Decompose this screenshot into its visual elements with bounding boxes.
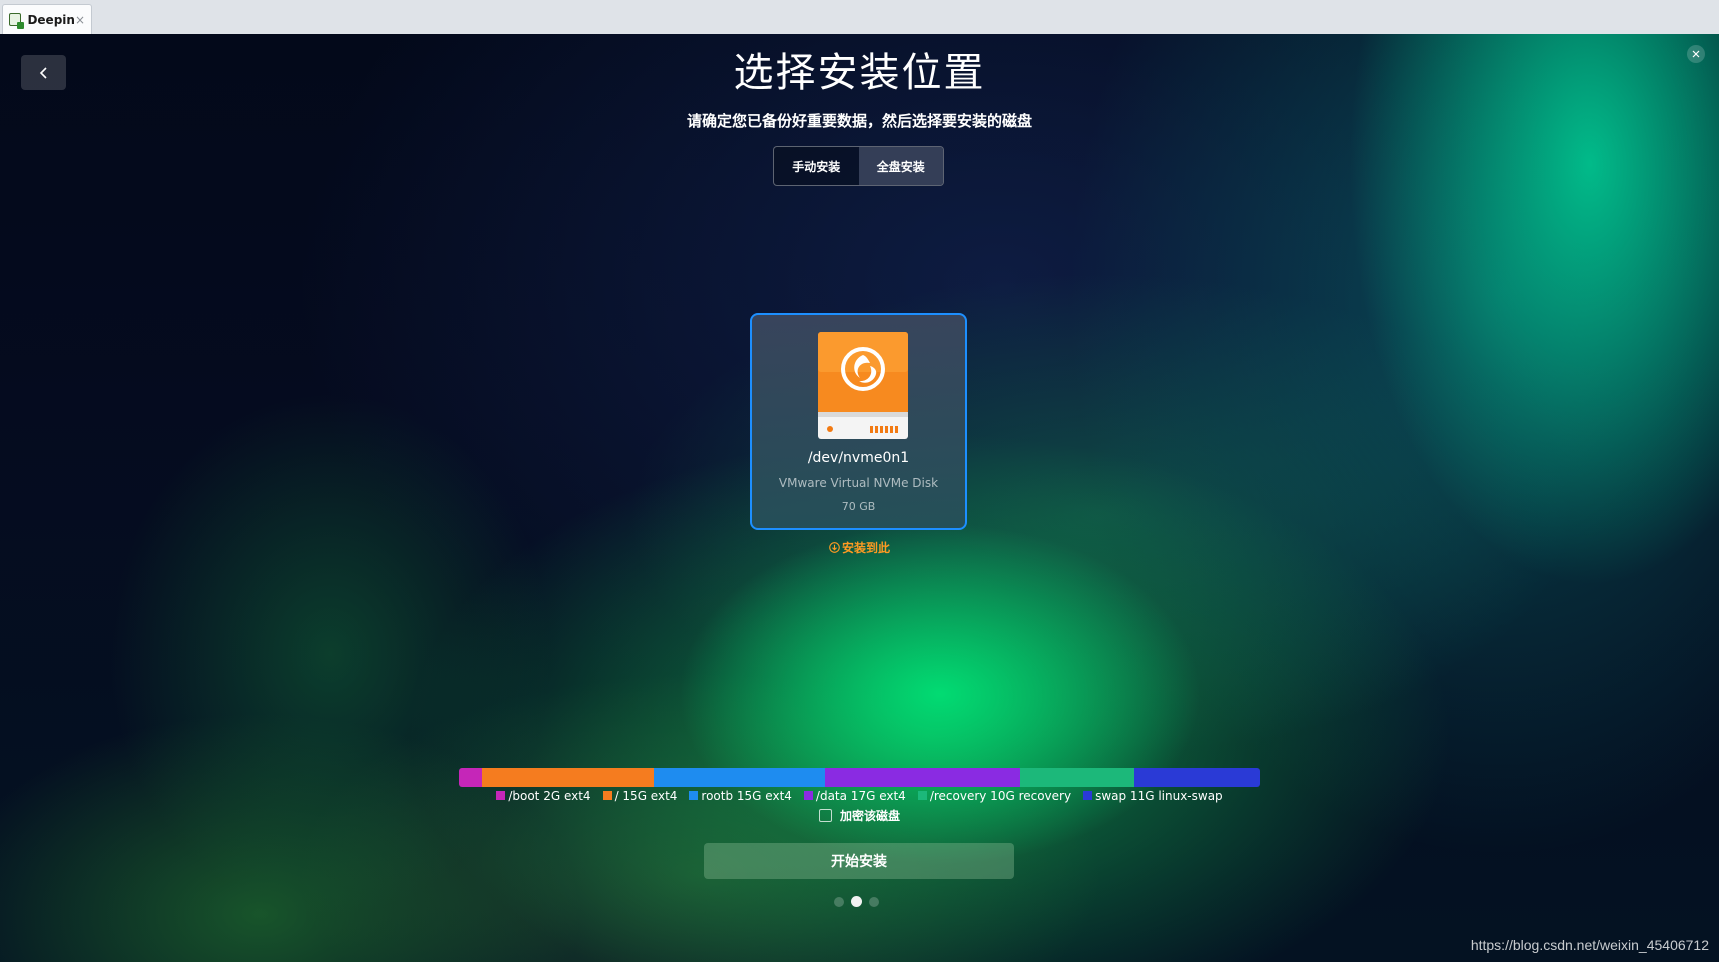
partition-legend-label: /recovery 10G recovery: [929, 789, 1072, 803]
partition-legend-label: /data 17G ext4: [815, 789, 906, 803]
watermark: https://blog.csdn.net/weixin_45406712: [1470, 937, 1709, 953]
partition-segment: [1019, 768, 1135, 787]
install-here-indicator: 安装到此: [0, 539, 1719, 556]
host-tab-bar: Deepin ×: [0, 0, 1719, 35]
partition-legend-item: / 15G ext4: [602, 789, 678, 803]
partition-segment: [825, 768, 1020, 787]
page-title: 选择安装位置: [733, 50, 986, 96]
partition-color-swatch: [803, 791, 813, 800]
install-here-label: 安装到此: [841, 541, 890, 555]
disk-device-name: /dev/nvme0n1: [807, 450, 910, 466]
partition-legend-item: /data 17G ext4: [803, 789, 906, 803]
partition-color-swatch: [689, 791, 699, 800]
partition-segment: [481, 768, 654, 787]
partition-bar: [459, 768, 1260, 787]
partition-segment: [1134, 768, 1260, 787]
partition-legend-item: rootb 15G ext4: [689, 789, 792, 803]
partition-legend: /boot 2G ext4 / 15G ext4 rootb 15G ext4/da…: [0, 789, 1719, 803]
host-tab-deepin[interactable]: Deepin ×: [2, 4, 92, 34]
partition-legend-label: /boot 2G ext4: [508, 789, 591, 803]
vm-icon: [9, 13, 26, 29]
encrypt-disk-row[interactable]: 加密该磁盘: [0, 807, 1719, 824]
partition-legend-label: / 15G ext4: [614, 789, 678, 803]
partition-legend-item: /recovery 10G recovery: [917, 789, 1072, 803]
partition-color-swatch: [917, 791, 927, 800]
encrypt-disk-label: 加密该磁盘: [839, 809, 900, 823]
partition-color-swatch: [1083, 791, 1093, 800]
hard-disk-deepin-icon: [818, 332, 908, 439]
partition-color-swatch: [496, 791, 506, 800]
page-dot[interactable]: [851, 896, 862, 907]
tab-manual-install[interactable]: 手动安装: [774, 147, 859, 185]
disk-size: 70 GB: [841, 500, 876, 513]
partition-segment: [459, 768, 482, 787]
partition-legend-label: rootb 15G ext4: [701, 789, 792, 803]
installer-screen: 选择安装位置 请确定您已备份好重要数据，然后选择要安装的磁盘 手动安装 全盘安装…: [0, 34, 1719, 962]
close-tab-icon[interactable]: ×: [75, 13, 85, 27]
install-mode-switch: 手动安装 全盘安装: [773, 146, 944, 186]
partition-segment: [653, 768, 826, 787]
page-dot[interactable]: [834, 896, 844, 907]
start-install-button[interactable]: 开始安装: [704, 843, 1014, 879]
page-subtitle: 请确定您已备份好重要数据，然后选择要安装的磁盘: [686, 112, 1032, 130]
encrypt-disk-checkbox[interactable]: [818, 809, 832, 822]
download-arrow-icon: [829, 542, 840, 553]
disk-model: VMware Virtual NVMe Disk: [778, 476, 939, 490]
host-tab-title: Deepin: [27, 12, 75, 27]
tab-full-disk-install[interactable]: 全盘安装: [858, 147, 943, 185]
partition-legend-item: /boot 2G ext4: [496, 789, 591, 803]
partition-color-swatch: [602, 791, 612, 800]
page-indicator: [834, 896, 879, 907]
disk-card[interactable]: /dev/nvme0n1 VMware Virtual NVMe Disk 70…: [750, 313, 967, 530]
partition-legend-label: swap 11G linux-swap: [1095, 789, 1223, 803]
page-dot[interactable]: [869, 896, 879, 907]
partition-legend-item: swap 11G linux-swap: [1083, 789, 1223, 803]
